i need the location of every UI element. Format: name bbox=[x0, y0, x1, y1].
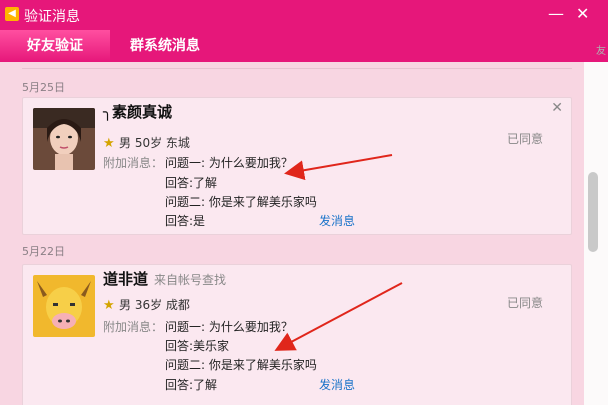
message-card: 道非道 来自帐号查找 ★ 男 36岁 成都 附加消息： 问题一: 为什么要加我？ 回… bbox=[22, 264, 572, 405]
extra-message-label: 附加消息： bbox=[103, 320, 164, 334]
question-line: 问题一: 为什么要加我？ bbox=[165, 320, 293, 334]
answer-line: 回答:美乐家 bbox=[165, 339, 230, 353]
scrollbar[interactable] bbox=[584, 62, 608, 405]
contact-meta: ★ 男 50岁 东城 bbox=[103, 134, 190, 151]
question-line: 问题二: 你是来了解美乐家吗 bbox=[165, 358, 317, 372]
close-button[interactable]: ✕ bbox=[576, 4, 589, 23]
side-text-fragment: 友 bbox=[596, 46, 606, 57]
star-icon: ★ bbox=[103, 298, 115, 313]
contact-name[interactable]: ╮素颜真诚 bbox=[103, 101, 172, 122]
close-icon[interactable]: ✕ bbox=[551, 100, 563, 116]
answer-line: 回答:是 bbox=[165, 214, 206, 228]
contact-name-text[interactable]: 道非道 bbox=[103, 270, 148, 288]
message-list: 5月25日 ╮素颜真诚 ✕ ★ 男 50岁 东城 附加消息： 问题一: 为什么要加… bbox=[0, 62, 584, 405]
window-title: 验证消息 bbox=[24, 9, 80, 25]
title-bar: ◀ 验证消息 — ✕ bbox=[0, 0, 608, 30]
status-text: 已同意 bbox=[506, 132, 543, 146]
message-card: ╮素颜真诚 ✕ ★ 男 50岁 东城 附加消息： 问题一: 为什么要加我？ 回答:… bbox=[22, 97, 572, 235]
source-text: 来自帐号查找 bbox=[154, 273, 227, 287]
tab-bar: 好友验证 群系统消息 bbox=[0, 30, 608, 62]
contact-meta-text: 男 36岁 成都 bbox=[119, 298, 190, 312]
extra-message-label: 附加消息： bbox=[103, 156, 164, 170]
avatar[interactable] bbox=[33, 108, 95, 170]
contact-meta: ★ 男 36岁 成都 bbox=[103, 296, 190, 313]
scrollbar-thumb[interactable] bbox=[588, 172, 598, 252]
divider bbox=[22, 68, 572, 69]
date-label: 5月25日 bbox=[22, 81, 65, 94]
question-line: 问题二: 你是来了解美乐家吗 bbox=[165, 195, 317, 209]
answer-line: 回答:了解 bbox=[165, 378, 218, 392]
star-icon: ★ bbox=[103, 136, 115, 151]
send-message-link[interactable]: 发消息 bbox=[319, 212, 355, 229]
send-message-link[interactable]: 发消息 bbox=[319, 376, 355, 393]
contact-name: 道非道 来自帐号查找 bbox=[103, 268, 226, 289]
speaker-icon: ◀ bbox=[5, 7, 19, 21]
date-label: 5月22日 bbox=[22, 245, 65, 258]
tab-group-system-messages[interactable]: 群系统消息 bbox=[130, 30, 200, 62]
avatar[interactable] bbox=[33, 275, 95, 337]
answer-line: 回答:了解 bbox=[165, 176, 218, 190]
minimize-button[interactable]: — bbox=[548, 4, 564, 23]
status-text: 已同意 bbox=[506, 296, 543, 310]
tab-friend-verification[interactable]: 好友验证 bbox=[0, 30, 110, 62]
contact-meta-text: 男 50岁 东城 bbox=[119, 136, 190, 150]
question-line: 问题一: 为什么要加我？ bbox=[165, 156, 293, 170]
